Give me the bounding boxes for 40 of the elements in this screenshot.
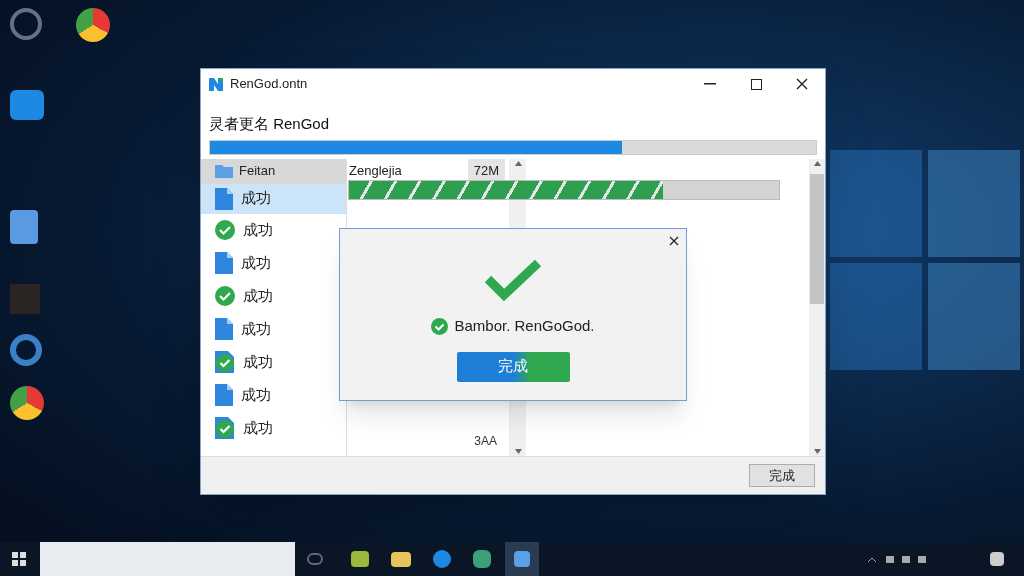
column-header: Feitan <box>239 162 276 181</box>
document-icon <box>215 252 233 274</box>
check-circle-icon <box>215 220 235 240</box>
search-field[interactable] <box>40 542 295 576</box>
app-logo-icon <box>208 76 224 92</box>
dialog-message: Bambor. RenGoGod. <box>454 316 595 336</box>
column-header: Zenglejia <box>349 162 402 181</box>
scroll-thumb[interactable] <box>810 173 824 304</box>
app-icon[interactable] <box>351 551 369 567</box>
heading-text: 灵者更名 RenGod <box>209 114 331 134</box>
document-icon <box>215 187 233 210</box>
document-icon <box>215 384 233 406</box>
close-icon <box>669 236 679 246</box>
start-icon[interactable] <box>12 552 26 566</box>
close-icon <box>796 78 808 90</box>
desktop-icon[interactable] <box>76 8 110 42</box>
list-item[interactable]: 成功 <box>201 183 346 214</box>
minimize-icon <box>704 83 716 85</box>
check-circle-icon <box>431 317 449 335</box>
active-app-icon[interactable] <box>505 542 539 576</box>
check-circle-icon <box>215 286 235 306</box>
window-title: RenGod.ontn <box>230 75 308 94</box>
close-button[interactable] <box>668 235 680 247</box>
scrollbar[interactable] <box>809 158 825 456</box>
document-icon <box>215 318 233 340</box>
scroll-up-icon <box>813 160 821 166</box>
size-cell-text: 3AA <box>474 432 497 450</box>
finish-button[interactable]: 完成 <box>749 463 815 487</box>
scroll-up-icon <box>514 160 522 166</box>
finish-button[interactable]: 完成 <box>456 351 570 382</box>
desktop-icon[interactable] <box>10 386 44 420</box>
tray-icons-drawing[interactable] <box>868 554 928 564</box>
app-icon[interactable] <box>473 550 491 568</box>
document-check-icon <box>215 417 235 439</box>
size-badge: 72M <box>467 159 505 183</box>
document-check-icon <box>215 351 235 373</box>
checkmark-icon <box>484 259 542 301</box>
task-view-icon[interactable] <box>307 553 323 565</box>
maximize-icon <box>750 78 762 90</box>
notification-icon[interactable] <box>990 552 1004 566</box>
